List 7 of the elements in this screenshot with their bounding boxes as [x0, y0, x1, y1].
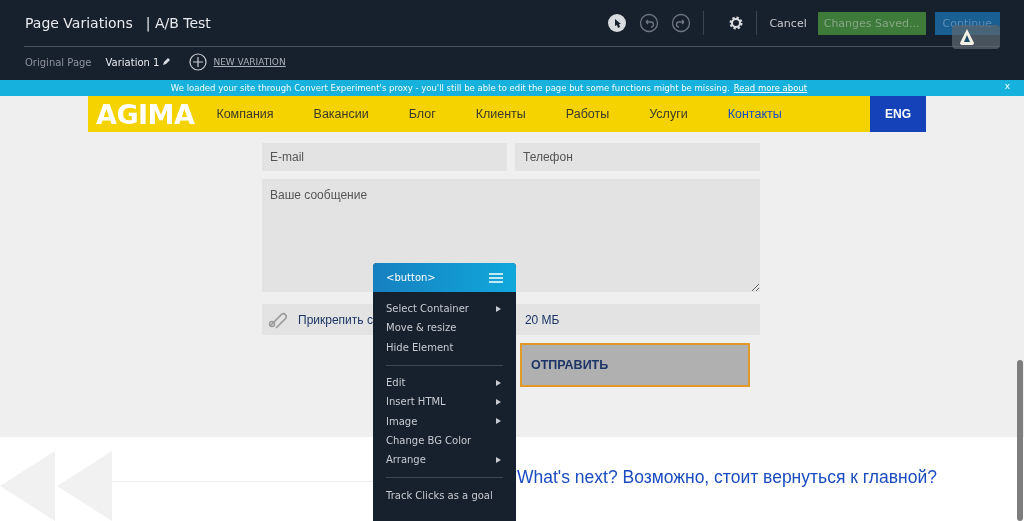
attach-size-label: 20 МБ: [524, 312, 560, 327]
whats-next-text: What's next? Возможно, стоит вернуться к главной?: [517, 466, 937, 488]
attach-label: Прикрепить с: [298, 312, 373, 327]
page-title: Page Variations: [25, 15, 133, 31]
proxy-notice: We loaded your site through Convert Experiment's proxy - you'll still be able to edit the page but some functions might be missing.: [170, 83, 730, 93]
menu-title: <button>: [386, 272, 436, 283]
test-type-label: | A/B Test: [145, 15, 211, 31]
